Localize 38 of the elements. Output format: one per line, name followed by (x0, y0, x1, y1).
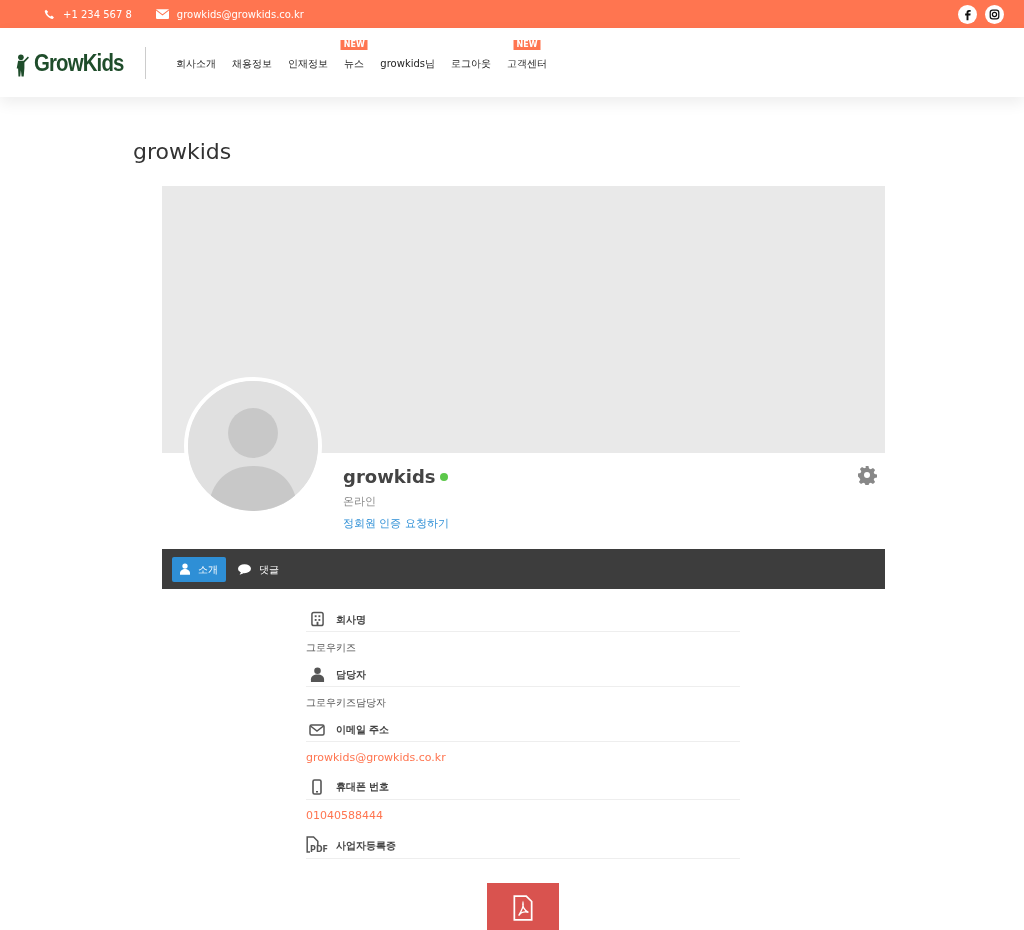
field-label: 이메일 주소 (336, 723, 390, 737)
nav-link[interactable]: 고객센터 (499, 57, 555, 69)
nav-link[interactable]: growkids님 (372, 57, 443, 69)
phone-icon (44, 8, 55, 20)
field-label: 회사명 (336, 612, 366, 627)
pdf-label: PDF (310, 846, 328, 854)
instagram-icon[interactable] (985, 4, 1004, 24)
nav-link[interactable]: 인재정보 (280, 57, 337, 69)
new-badge: NEW (340, 39, 368, 50)
facebook-icon[interactable] (958, 4, 977, 24)
request-link[interactable]: 정회원 인증 요청하기 (343, 515, 449, 532)
person-icon (309, 667, 325, 682)
logo-text: GrowKids (34, 47, 124, 78)
field-label: 사업자등록증 (336, 838, 396, 853)
page-title: growkids (133, 138, 233, 166)
pdf-file-icon (512, 895, 534, 921)
user-icon (180, 563, 190, 575)
envelope-icon (309, 723, 325, 736)
mobile-phone-icon (312, 778, 322, 795)
building-icon (310, 611, 324, 627)
field-value: 그로우키즈담당자 (306, 696, 387, 710)
status-text: 온라인 (343, 494, 377, 510)
tab[interactable]: 댓글 (230, 556, 287, 582)
speech-bubble-icon (238, 563, 251, 575)
pdf-download-button[interactable] (487, 883, 559, 930)
phone-number: +1 234 567 8 (63, 7, 132, 22)
field-label: 담당자 (336, 668, 366, 682)
new-badge: NEW (513, 39, 541, 50)
nav-link[interactable]: 뉴스 (336, 57, 373, 69)
nav-link[interactable]: 채용정보 (224, 57, 281, 69)
nav-link[interactable]: 로그아웃 (443, 57, 499, 69)
envelope-icon (155, 9, 169, 19)
profile-name: growkids (343, 465, 436, 489)
settings-icon[interactable] (857, 465, 877, 485)
email-address: growkids@growkids.co.kr (176, 7, 304, 22)
field-label: 휴대폰 번호 (336, 780, 390, 794)
field-value: 그로우키즈 (306, 641, 357, 655)
nav-link[interactable]: 회사소개 (168, 57, 225, 69)
